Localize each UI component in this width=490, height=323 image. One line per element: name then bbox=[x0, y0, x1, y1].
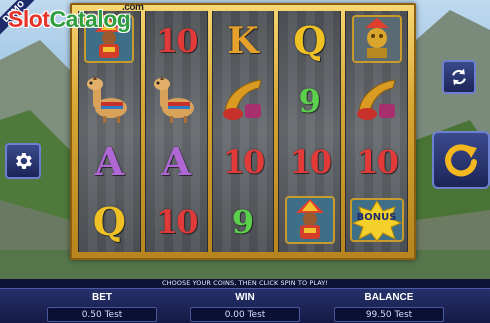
settings-button[interactable] bbox=[5, 143, 41, 179]
win-label: WIN bbox=[235, 292, 255, 303]
symbol-9: 9 bbox=[231, 202, 255, 241]
logo-com-text: .com bbox=[122, 2, 144, 13]
balance-value: 99.50 Test bbox=[334, 307, 444, 322]
symbol-cell: A bbox=[79, 132, 140, 192]
logo-catalog-text: Catalog bbox=[49, 6, 131, 32]
stats-bar: BET 0.50 Test WIN 0.00 Test BALANCE 99.5… bbox=[0, 288, 490, 323]
symbol-cell: 9 bbox=[279, 71, 340, 131]
symbol-cell: K bbox=[213, 11, 274, 71]
balance-label: BALANCE bbox=[364, 292, 414, 303]
reel-4: Q 9 10 bbox=[278, 11, 342, 252]
bet-value: 0.50 Test bbox=[47, 307, 157, 322]
gear-icon bbox=[16, 153, 32, 169]
reel-2: 10 A 10 bbox=[144, 11, 208, 252]
symbol-cell: 10 bbox=[279, 132, 340, 192]
symbol-cell: 10 bbox=[146, 11, 207, 71]
reel-3: K 10 9 bbox=[211, 11, 275, 252]
symbol-cell: A bbox=[146, 132, 207, 192]
symbol-cell bbox=[79, 71, 140, 131]
bonus-label: BONUS bbox=[356, 211, 397, 223]
reel-5: 10 BONUS bbox=[345, 11, 408, 252]
symbol-10: 10 bbox=[155, 202, 199, 241]
bonus-icon: BONUS bbox=[349, 195, 405, 249]
win-stat: WIN 0.00 Test bbox=[190, 291, 300, 322]
symbol-cell: 9 bbox=[213, 192, 274, 252]
symbol-a: A bbox=[94, 138, 125, 184]
horn-icon bbox=[215, 74, 271, 128]
symbol-9: 9 bbox=[298, 82, 321, 121]
symbol-cell: 10 bbox=[213, 132, 274, 192]
reel-1: AQ bbox=[78, 11, 141, 252]
horn-icon bbox=[349, 74, 405, 128]
symbol-10: 10 bbox=[155, 22, 199, 61]
bet-stat[interactable]: BET 0.50 Test bbox=[47, 291, 157, 322]
logo-slot-text: Slot bbox=[8, 6, 50, 32]
spin-button[interactable] bbox=[432, 131, 490, 189]
win-value: 0.00 Test bbox=[190, 307, 300, 322]
symbol-cell: BONUS bbox=[346, 192, 407, 252]
symbol-cell bbox=[346, 11, 407, 71]
spin-arrow-icon bbox=[445, 144, 477, 177]
symbol-cell bbox=[346, 71, 407, 131]
status-message: CHOOSE YOUR COINS, THEN CLICK SPIN TO PL… bbox=[0, 279, 490, 288]
symbol-cell bbox=[146, 71, 207, 131]
symbol-q: Q bbox=[293, 18, 327, 64]
symbol-10: 10 bbox=[289, 142, 333, 181]
symbol-a: A bbox=[161, 138, 191, 184]
reels-grid: A Q 10 A 10 K 10 9 Q 9 10 10 BONUS bbox=[78, 11, 408, 252]
symbol-10: 10 bbox=[356, 142, 399, 181]
symbol-cell bbox=[279, 192, 340, 252]
symbol-cell: Q bbox=[79, 192, 140, 252]
symbol-k: K bbox=[227, 20, 259, 63]
tribal-chief-icon bbox=[282, 195, 338, 249]
balance-stat: BALANCE 99.50 Test bbox=[334, 291, 444, 322]
symbol-cell bbox=[213, 71, 274, 131]
symbol-10: 10 bbox=[222, 142, 266, 181]
reel-frame: A Q 10 A 10 K 10 9 Q 9 10 10 BONUS bbox=[70, 3, 416, 260]
symbol-cell: 10 bbox=[146, 192, 207, 252]
llama-icon bbox=[81, 74, 137, 128]
autoplay-button[interactable] bbox=[442, 60, 476, 94]
symbol-q: Q bbox=[92, 198, 126, 244]
symbol-cell: 10 bbox=[346, 132, 407, 192]
golden-idol-icon bbox=[349, 14, 405, 68]
autoplay-arrows-icon bbox=[452, 68, 466, 86]
bet-label: BET bbox=[92, 292, 112, 303]
site-logo: SlotCatalog .com bbox=[8, 2, 144, 33]
llama-icon bbox=[148, 74, 204, 128]
symbol-cell: Q bbox=[279, 11, 340, 71]
